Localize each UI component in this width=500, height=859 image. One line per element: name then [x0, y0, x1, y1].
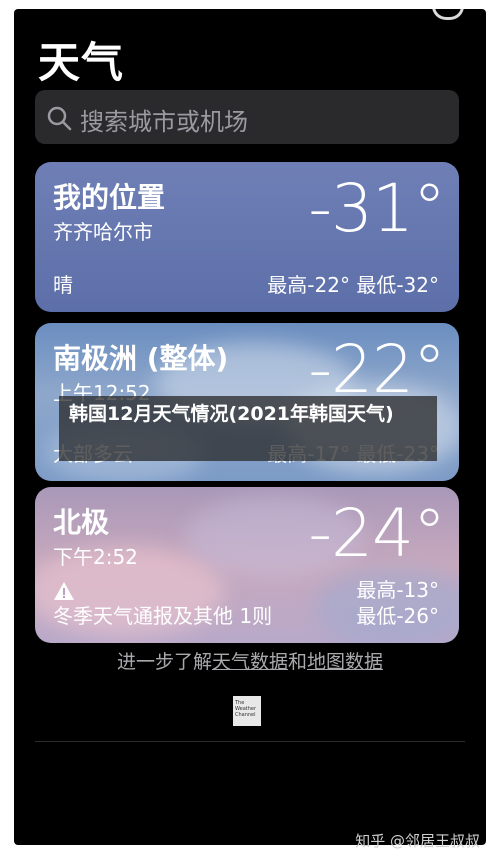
card-location: 南极洲 (整体) [53, 342, 229, 375]
learn-more-line: 进一步了解天气数据和地图数据 [14, 647, 486, 674]
learn-more-prefix: 进一步了解 [116, 651, 212, 673]
watermark: 知乎 @邻居王叔叔 [355, 832, 480, 850]
card-location: 我的位置 [53, 181, 166, 214]
learn-more-mid: 和 [288, 651, 308, 673]
overlay-title: 韩国12月天气情况(2021年韩国天气) [69, 403, 394, 425]
search-placeholder: 搜索城市或机场 [80, 108, 248, 136]
card-temperature: -24° [308, 495, 446, 572]
card-subtitle: 下午2:52 [53, 545, 138, 569]
search-icon [47, 106, 72, 131]
map-data-link[interactable]: 地图数据 [307, 651, 383, 673]
card-subtitle: 齐齐哈尔市 [53, 220, 153, 244]
card-hilo: 最高-22° 最低-32° [267, 273, 439, 297]
card-condition: 晴 [53, 273, 73, 297]
card-low: 最低-26° [356, 604, 439, 628]
card-alert[interactable]: 冬季天气通报及其他 1则 [53, 600, 272, 629]
weather-card-my-location[interactable]: 我的位置 齐齐哈尔市 -31° 晴 最高-22° 最低-32° [35, 162, 459, 312]
card-high: 最高-13° [356, 578, 439, 602]
weather-channel-logo[interactable]: The Weather Channel [233, 696, 261, 726]
weather-card-arctic[interactable]: 北极 下午2:52 -24° 冬季天气通报及其他 1则 最高-13° 最低-26… [35, 487, 459, 643]
warning-icon [54, 582, 74, 600]
divider [35, 741, 465, 742]
weather-data-link[interactable]: 天气数据 [212, 651, 288, 673]
search-bar[interactable]: 搜索城市或机场 [35, 90, 459, 144]
card-temperature: -31° [308, 170, 446, 247]
page-title: 天气 [38, 38, 125, 87]
top-edge-glyph [432, 9, 464, 20]
logo-text: The Weather Channel [235, 700, 257, 718]
article-title-overlay: 韩国12月天气情况(2021年韩国天气) [59, 396, 437, 461]
card-location: 北极 [53, 506, 110, 539]
